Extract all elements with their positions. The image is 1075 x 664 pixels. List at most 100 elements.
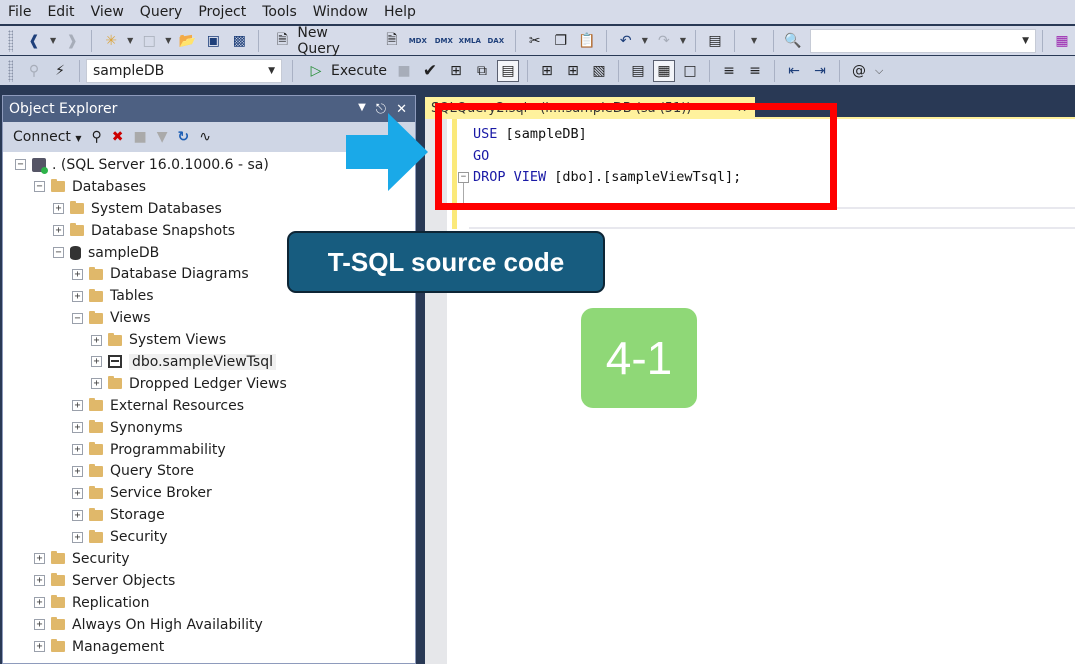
navigate-forward-icon[interactable]: ❱ [61,30,83,52]
menu-view[interactable]: View [87,0,136,24]
save-icon[interactable]: ▣ [202,30,224,52]
connect-icon[interactable]: ⚲ [23,60,45,82]
expand-icon[interactable]: + [72,465,83,477]
available-databases-select[interactable]: sampleDB ▼ [86,58,282,83]
properties-window-icon[interactable]: ▦ [1051,30,1073,52]
menu-edit[interactable]: Edit [43,0,86,24]
expand-icon[interactable]: + [34,619,45,631]
menu-query[interactable]: Query [136,0,195,24]
tree-node[interactable]: + Always On High Availability [3,614,415,636]
cut-icon[interactable]: ✂ [524,30,546,52]
tree-node[interactable]: + Replication [3,592,415,614]
expand-icon[interactable]: + [53,225,64,237]
expand-icon[interactable]: + [91,378,102,390]
parse-checkmark-icon[interactable]: ✔ [419,60,441,82]
activity-monitor-icon[interactable]: ∿ [199,129,211,145]
tree-node[interactable]: + System Databases [3,198,415,220]
menu-help[interactable]: Help [380,0,428,24]
specify-template-values-icon[interactable]: @ [848,60,870,82]
disconnect-icon[interactable]: ✖ [112,129,124,145]
client-statistics-icon[interactable]: ▧ [588,60,610,82]
new-query-button[interactable]: 🗎 New Query [269,25,374,57]
tree-node[interactable]: + External Resources [3,395,415,417]
new-project-dropdown-icon[interactable]: ▼ [127,36,133,45]
mdx-query-icon[interactable]: MDX [407,30,429,52]
decrease-indent-icon[interactable]: ⇤ [783,60,805,82]
tree-node[interactable]: + System Views [3,329,415,351]
expand-icon[interactable]: + [72,422,83,434]
connect-dropdown-button[interactable]: Connect ▼ [13,129,82,145]
database-engine-query-icon[interactable]: 🗎 [381,30,403,52]
menu-tools[interactable]: Tools [258,0,309,24]
dax-query-icon[interactable]: DAX [485,30,507,52]
refresh-icon[interactable]: ↻ [178,129,190,145]
expand-icon[interactable]: + [72,509,83,521]
open-file-icon[interactable]: 📂 [176,30,198,52]
tree-node[interactable]: − Views [3,307,415,329]
menu-window[interactable]: Window [309,0,380,24]
expand-icon[interactable]: + [72,487,83,499]
redo-icon[interactable]: ↷ [653,30,675,52]
intellisense-enabled-icon[interactable]: ▤ [497,59,519,82]
display-estimated-plan-icon[interactable]: ⊞ [445,60,467,82]
dmx-query-icon[interactable]: DMX [433,30,455,52]
copy-icon[interactable]: ❐ [550,30,572,52]
tree-node[interactable]: + Management [3,636,415,658]
tree-node[interactable]: + Server Objects [3,570,415,592]
stop-icon[interactable]: ■ [134,129,147,145]
connect-plug-icon[interactable]: ⚲ [92,129,102,145]
tree-node[interactable]: + Security [3,526,415,548]
tree-node[interactable]: + Query Store [3,460,415,482]
toolbar-grip[interactable] [8,29,13,52]
xmla-query-icon[interactable]: XMLA [459,30,481,52]
query-options-icon[interactable]: ⧉ [471,60,493,82]
undo-icon[interactable]: ↶ [615,30,637,52]
activity-monitor-icon[interactable]: ▤ [704,30,726,52]
expand-icon[interactable]: + [53,203,64,215]
tree-node[interactable]: + Synonyms [3,417,415,439]
results-to-text-icon[interactable]: ▤ [627,60,649,82]
expand-icon[interactable]: + [91,334,102,346]
comment-lines-icon[interactable]: ≡ [718,60,740,82]
find-combo[interactable]: ▼ [810,28,1037,53]
expand-icon[interactable]: + [72,268,83,280]
tree-node[interactable]: + dbo.sampleViewTsql [3,351,415,373]
add-item-icon[interactable]: □ [138,30,160,52]
toolbar-grip[interactable] [8,59,13,82]
expand-icon[interactable]: + [72,444,83,456]
collapse-icon[interactable]: − [72,312,83,324]
toolbar-overflow-icon[interactable]: ⌵ [875,64,883,78]
results-to-file-icon[interactable]: □ [679,60,701,82]
change-connection-icon[interactable]: ⚡ [49,60,71,82]
tree-node[interactable]: + Security [3,548,415,570]
live-query-statistics-icon[interactable]: ⊞ [562,60,584,82]
back-dropdown-icon[interactable]: ▼ [50,36,56,45]
save-all-icon[interactable]: ▩ [228,30,250,52]
solution-config-dropdown-icon[interactable]: ▼ [751,36,757,45]
tree-node[interactable]: + Storage [3,504,415,526]
expand-icon[interactable]: + [34,553,45,565]
paste-icon[interactable]: 📋 [576,30,598,52]
tree-node[interactable]: + Programmability [3,439,415,461]
navigate-back-icon[interactable]: ❰ [23,30,45,52]
menu-project[interactable]: Project [194,0,258,24]
collapse-icon[interactable]: − [53,247,64,258]
find-in-files-icon[interactable]: 🔍 [782,30,804,52]
filter-icon[interactable]: ▼ [157,129,168,145]
undo-dropdown-icon[interactable]: ▼ [642,36,648,45]
increase-indent-icon[interactable]: ⇥ [809,60,831,82]
expand-icon[interactable]: + [72,290,83,302]
expand-icon[interactable]: + [72,400,83,412]
collapse-icon[interactable]: − [15,159,26,171]
include-actual-plan-icon[interactable]: ⊞ [536,60,558,82]
menu-file[interactable]: File [4,0,43,24]
tree-node[interactable]: + Dropped Ledger Views [3,373,415,395]
expand-icon[interactable]: + [72,531,83,543]
uncomment-lines-icon[interactable]: ≡ [744,60,766,82]
cancel-query-icon[interactable]: ■ [393,60,415,82]
collapse-icon[interactable]: − [34,181,45,193]
new-project-icon[interactable]: ✳ [100,30,122,52]
expand-icon[interactable]: + [34,575,45,587]
redo-dropdown-icon[interactable]: ▼ [680,36,686,45]
execute-button[interactable]: ▷ Execute [303,60,387,82]
